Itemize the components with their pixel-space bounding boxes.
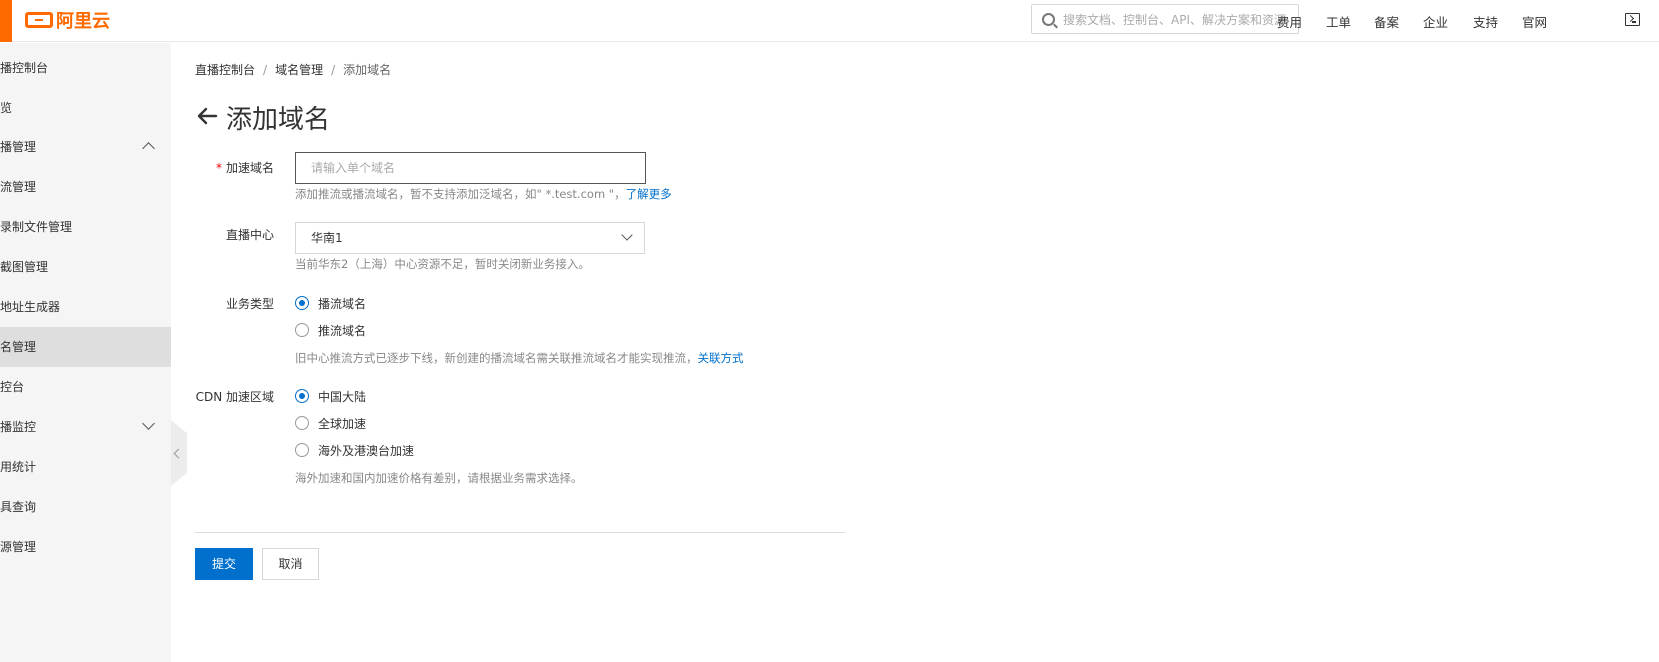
sidebar-item-label: 流管理	[0, 180, 37, 194]
sidebar-item-console[interactable]: 播控制台	[0, 48, 171, 88]
breadcrumb-current: 添加域名	[343, 63, 392, 77]
sidebar-item-label: 览	[0, 101, 13, 115]
sidebar-item-label: 用统计	[0, 460, 37, 474]
nav-billing[interactable]: 费用	[1277, 12, 1302, 31]
sidebar-item-label: 具查询	[0, 500, 37, 514]
biz-type-option-push[interactable]: 推流域名	[295, 322, 366, 338]
sidebar-item-domain-management[interactable]: 名管理	[0, 327, 171, 367]
sidebar-item-monitoring[interactable]: 播监控	[0, 407, 171, 447]
radio-checked[interactable]	[295, 296, 309, 310]
biz-type-help: 旧中心推流方式已逐步下线，新创建的播流域名需关联推流域名才能实现推流，关联方式	[295, 350, 744, 366]
page-title: 添加域名	[226, 105, 331, 135]
sidebar-item-usage-stats[interactable]: 用统计	[0, 447, 171, 487]
learn-more-link[interactable]: 了解更多	[626, 187, 672, 201]
domain-input[interactable]: 请输入单个域名	[295, 152, 646, 184]
sidebar: 播控制台 览 播管理 流管理 录制文件管理 截图管理 地址生成器 名管理 控台 …	[0, 43, 171, 662]
chevron-down-icon	[621, 229, 633, 241]
submit-button[interactable]: 提交	[195, 548, 253, 580]
sidebar-item-label: 控台	[0, 380, 25, 394]
breadcrumb-separator: /	[331, 63, 336, 77]
cdn-region-option-label: 中国大陆	[318, 389, 367, 404]
sidebar-item-label: 源管理	[0, 540, 37, 554]
sidebar-item-recording-files[interactable]: 录制文件管理	[0, 207, 171, 247]
biz-type-option-label: 播流域名	[318, 296, 367, 311]
sidebar-item-stream-management[interactable]: 流管理	[0, 167, 171, 207]
cdn-region-label: CDN 加速区域	[195, 390, 274, 404]
aliyun-logo-icon	[25, 12, 53, 28]
live-center-label: 直播中心	[225, 228, 274, 242]
biz-type-label: 业务类型	[225, 297, 274, 311]
domain-label-text: 加速域名	[225, 161, 274, 175]
association-method-link[interactable]: 关联方式	[698, 351, 744, 365]
cancel-button[interactable]: 取消	[262, 548, 319, 580]
form-divider	[195, 532, 845, 533]
aliyun-logo[interactable]: 阿里云	[25, 9, 110, 32]
sidebar-item-label: 录制文件管理	[0, 220, 73, 234]
sidebar-item-studio[interactable]: 控台	[0, 367, 171, 407]
sidebar-item-label: 播管理	[0, 140, 37, 154]
domain-help: 添加推流或播流域名，暂不支持添加泛域名，如" *.test.com "，了解更多	[295, 186, 672, 202]
sidebar-item-url-generator[interactable]: 地址生成器	[0, 287, 171, 327]
sidebar-item-overview[interactable]: 览	[0, 88, 171, 128]
domain-help-text: 添加推流或播流域名，暂不支持添加泛域名，如" *.test.com "，	[295, 187, 626, 201]
nav-enterprise[interactable]: 企业	[1423, 12, 1448, 31]
nav-icp[interactable]: 备案	[1374, 12, 1399, 31]
breadcrumb-live-console[interactable]: 直播控制台	[195, 63, 255, 77]
sidebar-item-label: 播控制台	[0, 61, 49, 75]
nav-ticket[interactable]: 工单	[1326, 12, 1351, 31]
sidebar-item-snapshots[interactable]: 截图管理	[0, 247, 171, 287]
nav-official-site[interactable]: 官网	[1522, 12, 1547, 31]
domain-label: * 加速域名	[184, 159, 274, 176]
sidebar-item-label: 地址生成器	[0, 300, 61, 314]
brand-strip	[0, 0, 12, 42]
sidebar-item-live-management[interactable]: 播管理	[0, 127, 171, 167]
cdn-region-help: 海外加速和国内加速价格有差别，请根据业务需求选择。	[295, 471, 583, 485]
search-placeholder: 搜索文档、控制台、API、解决方案和资源	[1063, 12, 1286, 27]
breadcrumb: 直播控制台 / 域名管理 / 添加域名	[195, 61, 391, 78]
radio-unchecked[interactable]	[295, 443, 309, 457]
sidebar-item-label: 播监控	[0, 420, 37, 434]
cdn-region-option-mainland[interactable]: 中国大陆	[295, 388, 366, 404]
breadcrumb-separator: /	[263, 63, 268, 77]
domain-input-placeholder: 请输入单个域名	[311, 161, 396, 175]
cdn-region-option-label: 全球加速	[318, 416, 367, 431]
cdn-region-option-overseas[interactable]: 海外及港澳台加速	[295, 442, 414, 458]
biz-type-option-play[interactable]: 播流域名	[295, 295, 366, 311]
chevron-down-icon	[142, 417, 155, 430]
radio-unchecked[interactable]	[295, 416, 309, 430]
live-center-help: 当前华东2（上海）中心资源不足，暂时关闭新业务接入。	[295, 257, 590, 271]
live-center-value: 华南1	[311, 231, 343, 245]
radio-checked[interactable]	[295, 389, 309, 403]
sidebar-item-resource-management[interactable]: 源管理	[0, 527, 171, 567]
back-arrow-icon[interactable]	[195, 104, 219, 128]
terminal-icon[interactable]	[1625, 13, 1640, 26]
sidebar-item-label: 截图管理	[0, 260, 49, 274]
live-center-select[interactable]: 华南1	[295, 222, 645, 254]
cdn-region-option-label: 海外及港澳台加速	[318, 443, 415, 458]
logo-text: 阿里云	[56, 11, 110, 32]
nav-support[interactable]: 支持	[1473, 12, 1498, 31]
biz-type-help-text: 旧中心推流方式已逐步下线，新创建的播流域名需关联推流域名才能实现推流，	[295, 351, 698, 365]
breadcrumb-domain-management[interactable]: 域名管理	[275, 63, 323, 77]
biz-type-option-label: 推流域名	[318, 323, 367, 338]
radio-unchecked[interactable]	[295, 323, 309, 337]
chevron-up-icon	[142, 142, 155, 155]
cdn-region-option-global[interactable]: 全球加速	[295, 415, 366, 431]
sidebar-item-label: 名管理	[0, 340, 37, 354]
search-input[interactable]: 搜索文档、控制台、API、解决方案和资源	[1031, 4, 1299, 34]
top-bar: 阿里云 搜索文档、控制台、API、解决方案和资源 费用 工单 备案 企业 支持 …	[0, 0, 1659, 42]
required-mark: *	[215, 161, 222, 175]
sidebar-item-tool-query[interactable]: 具查询	[0, 487, 171, 527]
search-icon	[1042, 12, 1055, 26]
